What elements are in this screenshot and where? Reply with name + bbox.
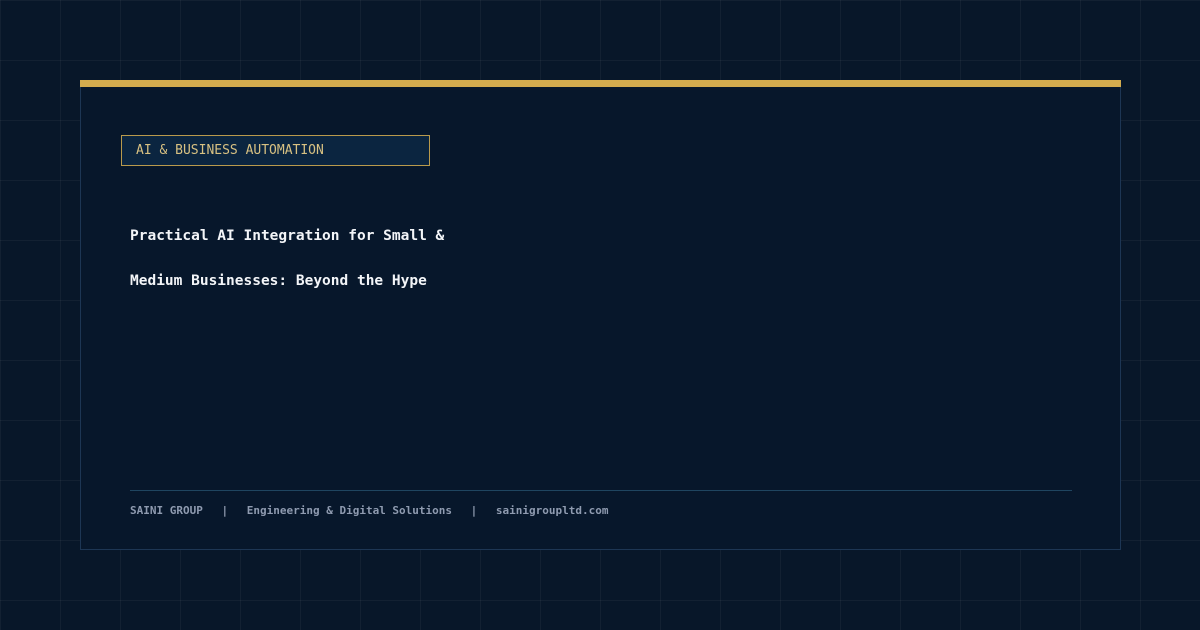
- footer-website: sainigroupltd.com: [495, 504, 609, 517]
- footer-separator-2: |: [470, 504, 478, 517]
- footer-tagline: Engineering & Digital Solutions: [246, 504, 453, 517]
- accent-bar: [80, 80, 1121, 87]
- footer-separator-1: |: [221, 504, 229, 517]
- headline-line-1: Practical AI Integration for Small &: [130, 228, 445, 244]
- headline: Practical AI Integration for Small & Med…: [130, 214, 690, 304]
- category-tag: AI & BUSINESS AUTOMATION: [121, 135, 430, 166]
- article-card: AI & BUSINESS AUTOMATION Practical AI In…: [80, 80, 1121, 550]
- headline-line-2: Medium Businesses: Beyond the Hype: [130, 273, 427, 289]
- footer: SAINI GROUP | Engineering & Digital Solu…: [130, 504, 609, 517]
- footer-company: SAINI GROUP: [130, 504, 203, 517]
- footer-divider: [130, 490, 1072, 491]
